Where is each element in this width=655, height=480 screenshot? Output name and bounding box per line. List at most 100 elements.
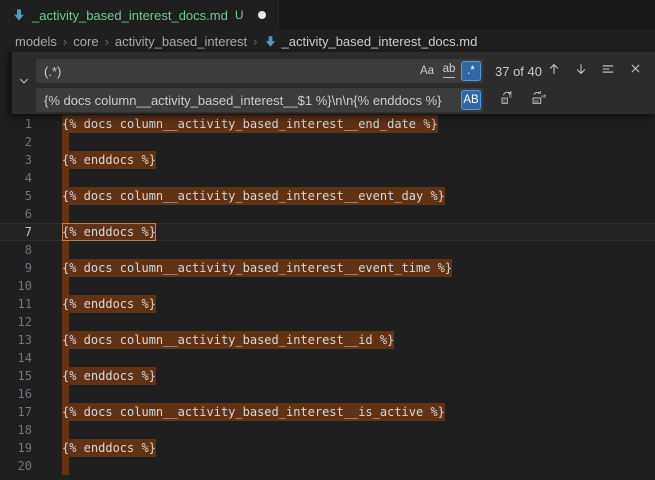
find-match-highlight: {% docs column__activity_based_interest_… <box>62 331 394 349</box>
line-content: {% docs column__activity_based_interest_… <box>62 331 394 349</box>
close-icon <box>629 62 642 80</box>
chevron-right-icon: › <box>253 34 257 49</box>
arrow-up-icon <box>547 62 561 81</box>
line-number: 4 <box>0 169 32 187</box>
line-number: 18 <box>0 421 32 439</box>
line-number: 3 <box>0 151 32 169</box>
replace-input[interactable]: {% docs column__activity_based_interest_… <box>36 88 483 112</box>
editor-line[interactable]: 18 <box>0 421 655 439</box>
replace-actions: c b ac ab <box>497 90 548 110</box>
find-match-highlight <box>62 385 69 403</box>
breadcrumb-item-core[interactable]: core <box>73 34 98 49</box>
replace-value[interactable]: {% docs column__activity_based_interest_… <box>44 93 459 108</box>
git-status-badge: U <box>235 8 244 22</box>
breadcrumb-item-models[interactable]: models <box>15 34 57 49</box>
replace-icon: c b <box>500 90 515 110</box>
line-number: 20 <box>0 457 32 475</box>
line-content: {% docs column__activity_based_interest_… <box>62 259 452 277</box>
line-content: {% docs column__activity_based_interest_… <box>62 115 438 133</box>
find-in-selection-button[interactable] <box>598 61 618 81</box>
find-match-highlight <box>62 349 69 367</box>
line-number: 11 <box>0 295 32 313</box>
editor-line[interactable]: 4 <box>0 169 655 187</box>
chevron-down-icon <box>18 74 30 92</box>
line-content: {% docs column__activity_based_interest_… <box>62 403 445 421</box>
editor-lines[interactable]: 1 {% docs column__activity_based_interest… <box>0 115 655 470</box>
previous-match-button[interactable] <box>544 61 564 81</box>
line-content <box>62 457 69 480</box>
editor-line[interactable]: 6 <box>0 205 655 223</box>
regex-button[interactable]: .* <box>461 61 481 81</box>
replace-button[interactable]: c b <box>497 90 517 110</box>
editor-line[interactable]: 10 <box>0 277 655 295</box>
line-number: 19 <box>0 439 32 457</box>
chevron-right-icon: › <box>63 34 67 49</box>
find-match-highlight <box>62 241 69 259</box>
find-input[interactable]: (.*) Aa ab .* <box>36 59 483 83</box>
find-match-highlight: {% docs column__activity_based_interest_… <box>62 115 438 133</box>
arrow-down-icon <box>574 62 588 81</box>
svg-text:b: b <box>508 94 511 100</box>
line-number: 5 <box>0 187 32 205</box>
editor-line[interactable]: 20 <box>0 457 655 475</box>
editor-line[interactable]: 12 <box>0 313 655 331</box>
close-find-widget-button[interactable] <box>625 61 645 81</box>
editor-line[interactable]: 15{% enddocs %} <box>0 367 655 385</box>
line-number: 13 <box>0 331 32 349</box>
next-match-button[interactable] <box>571 61 591 81</box>
line-content: {% enddocs %} <box>62 367 156 385</box>
find-widget: (.*) Aa ab .* 37 of 40 <box>8 52 655 114</box>
replace-all-icon: ac ab <box>531 90 546 110</box>
editor-line[interactable]: 19 {% enddocs %} <box>0 439 655 457</box>
editor-line[interactable]: 8 <box>0 241 655 259</box>
replace-all-button[interactable]: ac ab <box>528 90 548 110</box>
editor-line[interactable]: 17{% docs column__activity_based_interes… <box>0 403 655 421</box>
markdown-file-icon <box>12 8 26 22</box>
editor-line[interactable]: 1 {% docs column__activity_based_interest… <box>0 115 655 133</box>
match-case-button[interactable]: Aa <box>417 61 437 81</box>
find-match-highlight: {% enddocs %} <box>62 151 156 169</box>
editor-line[interactable]: 16 <box>0 385 655 403</box>
editor-line[interactable]: 7{% enddocs %} <box>0 223 655 241</box>
tab-activity-docs[interactable]: _activity_based_interest_docs.md U <box>0 0 279 30</box>
line-number: 9 <box>0 259 32 277</box>
editor-line[interactable]: 5 {% docs column__activity_based_interest… <box>0 187 655 205</box>
line-number: 1 <box>0 115 32 133</box>
line-content: {% enddocs %} <box>62 223 156 241</box>
line-number: 8 <box>0 241 32 259</box>
preserve-case-button[interactable]: AB <box>461 90 481 110</box>
find-actions <box>544 61 655 81</box>
breadcrumb-item-activity-based-interest[interactable]: activity_based_interest <box>115 34 247 49</box>
find-match-highlight <box>62 205 69 223</box>
find-match-highlight <box>62 457 69 475</box>
markdown-file-icon <box>264 35 277 48</box>
whole-word-button[interactable]: ab <box>439 61 459 81</box>
selection-lines-icon <box>601 62 615 81</box>
line-content: {% enddocs %} <box>62 439 156 457</box>
line-number: 2 <box>0 133 32 151</box>
editor-line[interactable]: 14 <box>0 349 655 367</box>
find-match-highlight: {% enddocs %} <box>62 367 156 385</box>
breadcrumb-filename: _activity_based_interest_docs.md <box>282 34 478 49</box>
breadcrumb-item-file[interactable]: _activity_based_interest_docs.md <box>264 34 478 49</box>
find-query[interactable]: (.*) <box>44 64 415 79</box>
editor-line[interactable]: 2 <box>0 133 655 151</box>
editor-line[interactable]: 9 {% docs column__activity_based_interest… <box>0 259 655 277</box>
modified-dot-icon[interactable] <box>258 11 266 19</box>
find-match-highlight <box>62 169 69 187</box>
find-match-highlight <box>62 421 69 439</box>
breadcrumb: models › core › activity_based_interest … <box>0 30 655 52</box>
line-number: 10 <box>0 277 32 295</box>
find-match-highlight <box>62 277 69 295</box>
editor-line[interactable]: 3 {% enddocs %} <box>0 151 655 169</box>
svg-text:c: c <box>503 98 506 104</box>
find-match-highlight: {% docs column__activity_based_interest_… <box>62 187 445 205</box>
toggle-replace-button[interactable] <box>12 52 36 114</box>
line-content: {% docs column__activity_based_interest_… <box>62 187 445 205</box>
line-content: {% enddocs %} <box>62 295 156 313</box>
current-find-match: {% enddocs %} <box>62 223 156 241</box>
tab-bar: _activity_based_interest_docs.md U <box>0 0 655 30</box>
line-number: 14 <box>0 349 32 367</box>
editor-line[interactable]: 13 {% docs column__activity_based_interes… <box>0 331 655 349</box>
editor-line[interactable]: 11 {% enddocs %} <box>0 295 655 313</box>
